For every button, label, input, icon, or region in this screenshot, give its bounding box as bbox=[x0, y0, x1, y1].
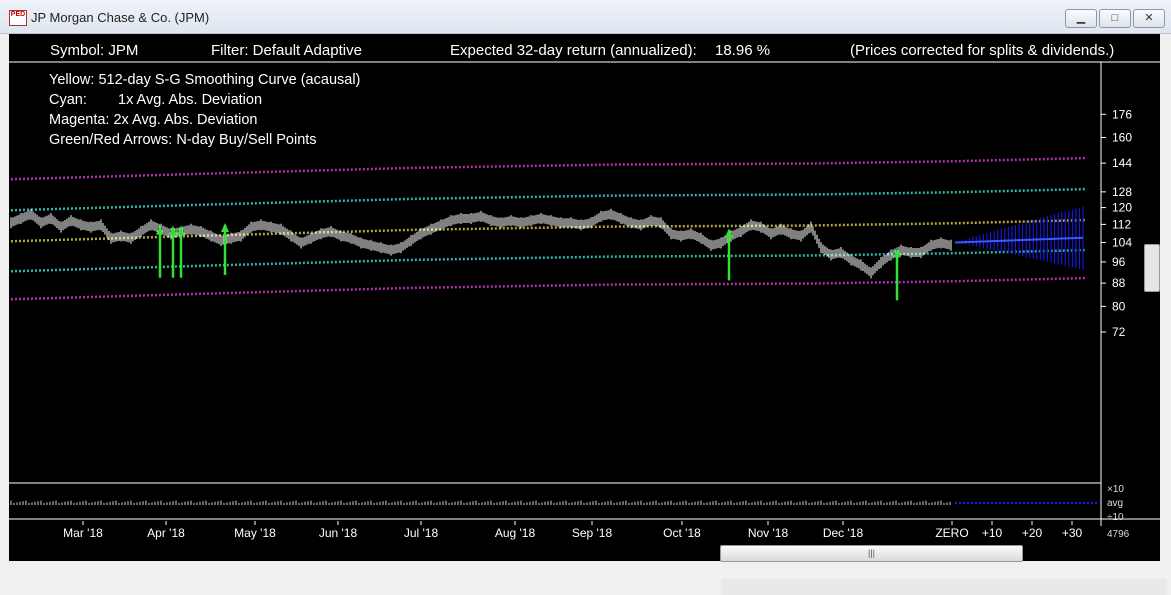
x-tick-label: Jul '18 bbox=[404, 526, 439, 540]
x-tick-label: Mar '18 bbox=[63, 526, 103, 540]
x-tick-label: ZERO bbox=[935, 526, 968, 540]
legend-cyan: Cyan: 1x Avg. Abs. Deviation bbox=[49, 92, 262, 108]
lower-dev2-band bbox=[10, 276, 1087, 301]
y-tick-label: 144 bbox=[1112, 156, 1132, 170]
y-tick-label: 104 bbox=[1112, 235, 1132, 249]
buy-arrow-head bbox=[725, 228, 733, 238]
y-tick-label: 120 bbox=[1112, 201, 1132, 215]
x-tick-label: Sep '18 bbox=[572, 526, 613, 540]
x-tick-label: Dec '18 bbox=[823, 526, 864, 540]
legend-cyan-label: Cyan: bbox=[49, 92, 87, 108]
x-tick-label: Nov '18 bbox=[748, 526, 789, 540]
horizontal-scrollbar[interactable] bbox=[721, 579, 1167, 595]
x-tick-label: Jun '18 bbox=[319, 526, 358, 540]
x-tick-label: May '18 bbox=[234, 526, 276, 540]
x-tick-label: +10 bbox=[982, 526, 1003, 540]
upper-dev2-band bbox=[10, 156, 1087, 181]
x-tick-label: Apr '18 bbox=[147, 526, 185, 540]
horizontal-scroll-thumb[interactable]: ||| bbox=[720, 545, 1023, 562]
legend-arrows: Green/Red Arrows: N-day Buy/Sell Points bbox=[49, 132, 317, 148]
symbol-label: Symbol: JPM bbox=[50, 42, 139, 59]
buy-arrow-head bbox=[221, 222, 229, 232]
buy-arrow-head bbox=[893, 248, 901, 258]
legend-cyan-text: 1x Avg. Abs. Deviation bbox=[118, 92, 263, 108]
x-tick-label: Aug '18 bbox=[495, 526, 536, 540]
x-tick-label: +20 bbox=[1022, 526, 1043, 540]
filter-label: Filter: Default Adaptive bbox=[211, 42, 362, 59]
legend-magenta: Magenta: 2x Avg. Abs. Deviation bbox=[49, 112, 258, 128]
buy-arrow-head bbox=[177, 225, 185, 235]
y-tick-label: 72 bbox=[1112, 325, 1126, 339]
vertical-scrollbar-thumb[interactable] bbox=[1144, 244, 1160, 292]
price-note: (Prices corrected for splits & dividends… bbox=[850, 42, 1115, 59]
grip-icon: ||| bbox=[867, 548, 875, 558]
lower-panel-label: ÷10 bbox=[1107, 512, 1124, 523]
lower-panel-label: ×10 bbox=[1107, 484, 1124, 495]
y-tick-label: 88 bbox=[1112, 276, 1126, 290]
lower-panel-label: avg bbox=[1107, 498, 1123, 509]
x-tick-label: Oct '18 bbox=[663, 526, 701, 540]
y-tick-label: 176 bbox=[1112, 107, 1132, 121]
close-icon: ✕ bbox=[1144, 12, 1154, 24]
x-tick-label: +30 bbox=[1062, 526, 1083, 540]
minimize-button[interactable]: ▁ bbox=[1065, 9, 1097, 28]
chart-area[interactable]: 176 160 144 128 120 112 104 96 88 80 72 ×10 avg ÷10 47… bbox=[9, 34, 1167, 595]
maximize-icon: □ bbox=[1111, 12, 1119, 24]
expected-return-label: Expected 32-day return (annualized): bbox=[450, 42, 697, 59]
chart-app-icon: PED bbox=[9, 10, 27, 26]
window-title: JP Morgan Chase & Co. (JPM) bbox=[31, 10, 210, 25]
minimize-icon: ▁ bbox=[1076, 12, 1086, 24]
y-tick-label: 80 bbox=[1112, 299, 1126, 313]
upper-dev1-band bbox=[10, 187, 1087, 212]
bar-count-label: 4796 bbox=[1107, 529, 1130, 540]
maximize-button[interactable]: □ bbox=[1099, 9, 1131, 28]
y-tick-label: 96 bbox=[1112, 255, 1126, 269]
expected-return-value: 18.96 % bbox=[715, 42, 771, 59]
y-tick-label: 160 bbox=[1112, 130, 1132, 144]
buy-arrow-head bbox=[169, 225, 177, 235]
title-bar: PED JP Morgan Chase & Co. (JPM) ▁ □ ✕ bbox=[0, 0, 1171, 34]
y-tick-label: 128 bbox=[1112, 185, 1132, 199]
y-tick-label: 112 bbox=[1112, 217, 1131, 231]
legend-yellow: Yellow: 512-day S-G Smoothing Curve (aca… bbox=[49, 72, 361, 88]
close-button[interactable]: ✕ bbox=[1133, 9, 1165, 28]
